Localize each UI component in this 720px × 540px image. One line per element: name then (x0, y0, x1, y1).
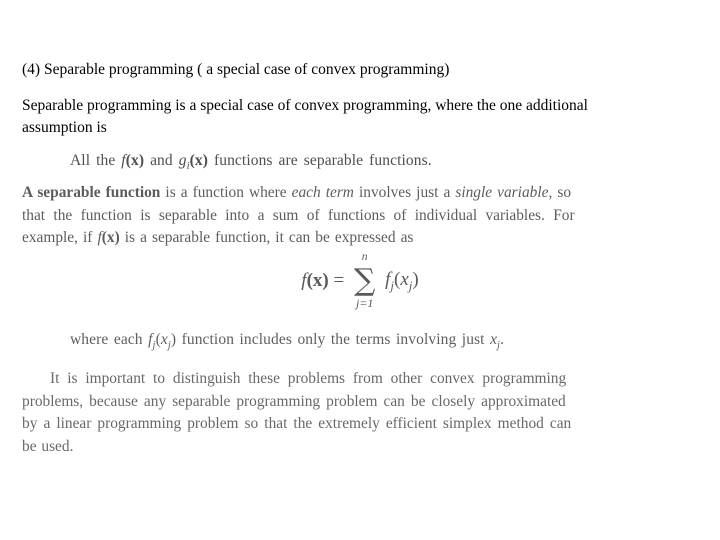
document-page: (4) Separable programming ( a special ca… (0, 0, 720, 540)
function-g-symbol: g (178, 152, 187, 169)
definition-line-3: example, if f(x) is a separable function… (22, 227, 704, 250)
where-period: . (500, 331, 505, 348)
where-x-symbol: x (160, 331, 168, 348)
equation-term-variable: x (400, 268, 409, 290)
closing-line-2: problems, because any separable programm… (22, 392, 566, 410)
closing-line-1: It is important to distinguish these pro… (50, 370, 567, 387)
definition-line-2: that the function is separable into a su… (22, 206, 575, 224)
statement-suffix: functions are separable functions. (208, 152, 432, 169)
definition-text-b: involves just a (353, 184, 456, 201)
closing-line-4: be used. (22, 437, 74, 455)
function-f-argument: (x) (125, 152, 145, 169)
statement-middle: and (144, 152, 179, 169)
definition-line3-a: example, if (22, 229, 98, 246)
typed-header-block: (4) Separable programming ( a special ca… (22, 60, 684, 139)
example-f-argument: (x) (101, 229, 120, 246)
separable-sum-equation: f(x) = n ∑ j=1 fj(xj) (0, 251, 720, 310)
section-title: (4) Separable programming ( a special ca… (22, 61, 450, 78)
equals-sign: = (328, 270, 349, 291)
where-text-a: where each (70, 331, 149, 348)
definition-text-c: , so (548, 184, 572, 201)
function-g-argument: (x) (189, 152, 208, 169)
definition-line3-b: is a separable function, it can be expre… (119, 229, 414, 246)
statement-prefix: All the (70, 152, 122, 169)
closing-line-3: by a linear programming problem so that … (22, 415, 572, 432)
equation-where-note: where each fj(xj) function includes only… (70, 331, 504, 351)
intro-paragraph: Separable programming is a special case … (22, 97, 588, 136)
emphasis-each-term: each term (291, 184, 354, 201)
closing-paragraph: It is important to distinguish these pro… (22, 368, 704, 458)
separable-function-definition: A separable function is a function where… (22, 182, 704, 250)
equation-term-close-paren: ) (412, 268, 419, 290)
definition-term: A separable function (22, 184, 161, 201)
sigma-icon: ∑ (353, 263, 376, 298)
definition-line-1: A separable function is a function where… (22, 182, 704, 205)
summation-lower-limit: j=1 (355, 296, 374, 310)
summation-upper-limit: n (361, 251, 368, 263)
summation-operator: n ∑ j=1 (353, 251, 376, 310)
assumption-statement: All the f(x) and gi(x) functions are sep… (70, 152, 432, 172)
equation-lhs-argument: (x) (306, 270, 329, 291)
definition-text-a: is a function where (160, 184, 292, 201)
emphasis-single-variable: single variable (455, 184, 549, 201)
where-final-x: x (490, 331, 498, 348)
where-text-b: function includes only the terms involvi… (176, 331, 491, 348)
